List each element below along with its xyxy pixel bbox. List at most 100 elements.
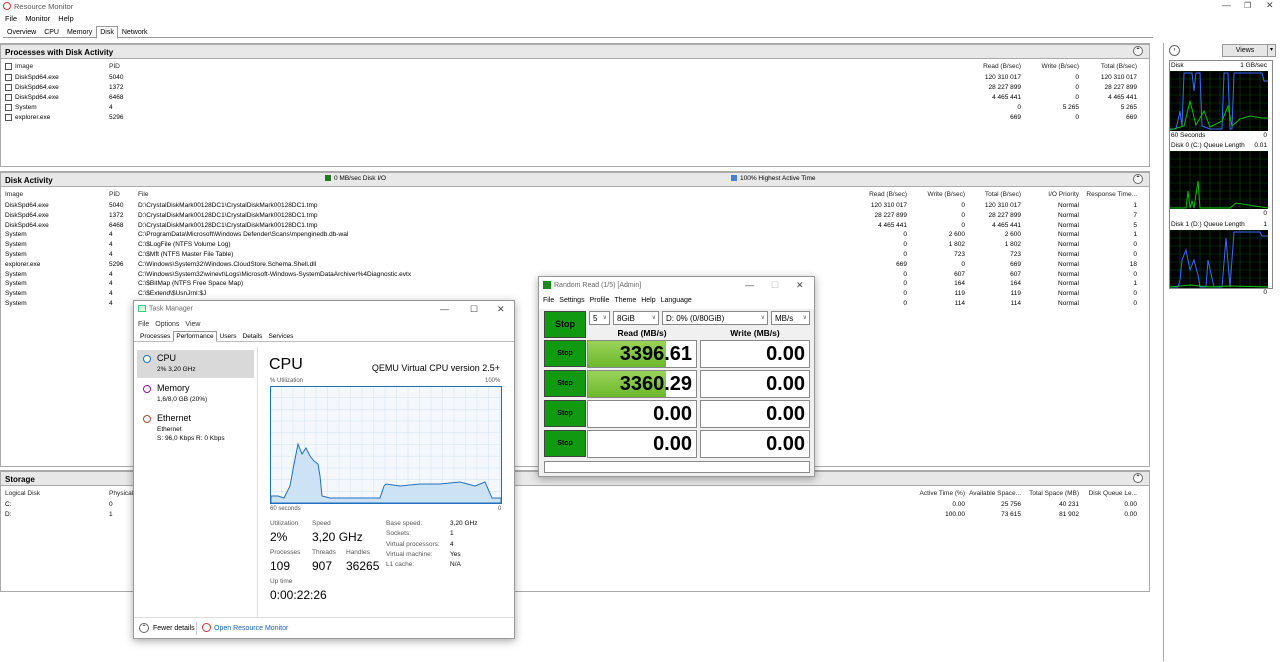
col-read[interactable]: Read (B/sec) <box>847 191 907 198</box>
col-write[interactable]: Write (B/sec) <box>907 191 965 198</box>
col-available[interactable]: Available Space... <box>967 490 1021 497</box>
col-read[interactable]: Read (B/sec) <box>961 63 1021 70</box>
row-checkbox[interactable] <box>5 104 12 111</box>
col-active-time[interactable]: Active Time (%) <box>901 490 965 497</box>
stop-button[interactable]: Stop <box>544 400 586 427</box>
col-image[interactable]: Image <box>15 63 33 70</box>
stop-button[interactable]: Stop <box>544 340 586 367</box>
table-row[interactable]: System 4 C:\$Mft (NTFS Master File Table) 0… <box>1 250 1149 260</box>
row-checkbox[interactable] <box>5 94 12 101</box>
expand-icon[interactable]: › <box>1169 45 1180 56</box>
col-pid[interactable]: PID <box>109 63 120 70</box>
cdm-titlebar[interactable]: Random Read (1/5) [Admin] — ☐ ✕ <box>539 277 814 295</box>
perf-item-cpu[interactable]: CPU 2% 3,20 GHz <box>137 350 254 378</box>
perf-item-memory[interactable]: Memory 1,6/8,0 GB (20%) <box>137 380 254 408</box>
table-row[interactable]: System 4 C:\ProgramData\Microsoft\Windows … <box>1 230 1149 240</box>
stop-button[interactable]: Stop <box>544 370 586 397</box>
tm-tab-processes[interactable]: Processes <box>137 331 173 342</box>
cell-available: 73 615 <box>1001 511 1021 518</box>
tm-tab-performance[interactable]: Performance <box>173 331 217 342</box>
cell-response-time: 0 <box>1133 290 1137 298</box>
col-pid[interactable]: PID <box>109 191 120 198</box>
col-file[interactable]: File <box>138 191 148 198</box>
comment-field[interactable] <box>544 461 810 473</box>
collapse-icon[interactable]: ⌃ <box>1133 46 1143 56</box>
select-all-checkbox[interactable] <box>5 63 12 70</box>
processes-header[interactable]: Processes with Disk Activity ⌃ <box>1 44 1149 59</box>
table-row[interactable]: explorer.exe 5296 669 0 669 <box>1 113 1149 123</box>
maximize-icon[interactable]: ☐ <box>771 280 779 291</box>
tab-disk[interactable]: Disk <box>96 26 118 39</box>
row-checkbox[interactable] <box>5 114 12 121</box>
cell-write: 164 <box>954 280 965 288</box>
table-row[interactable]: DiskSpd64.exe 6468 D:\CrystalDiskMark00128… <box>1 221 1149 231</box>
perf-item-ethernet[interactable]: Ethernet Ethernet S: 96,0 Kbps R: 0 Kbps <box>137 410 254 446</box>
tm-tab-services[interactable]: Services <box>265 331 296 342</box>
col-queue[interactable]: Disk Queue Le... <box>1081 490 1137 497</box>
open-resource-monitor-link[interactable]: Open Resource Monitor <box>214 625 288 632</box>
maximize-icon[interactable]: ❐ <box>1244 1 1251 10</box>
views-dropdown-icon[interactable]: ▾ <box>1267 44 1276 57</box>
cdm-menu-language[interactable]: Language <box>661 297 692 304</box>
collapse-icon[interactable]: ⌃ <box>1133 174 1143 184</box>
close-icon[interactable]: ✕ <box>796 280 804 291</box>
views-button[interactable]: Views <box>1222 44 1268 57</box>
collapse-icon[interactable]: ⌃ <box>1133 473 1143 483</box>
col-response-time[interactable]: Response Time... <box>1081 191 1137 198</box>
col-total[interactable]: Total (B/sec) <box>1081 63 1137 70</box>
tab-memory[interactable]: Memory <box>63 26 96 39</box>
close-icon[interactable]: ✕ <box>1266 0 1274 11</box>
tm-tab-details[interactable]: Details <box>240 331 266 342</box>
table-row[interactable]: DiskSpd64.exe 5040 D:\CrystalDiskMark00128… <box>1 201 1149 211</box>
menu-monitor[interactable]: Monitor <box>25 14 50 23</box>
tab-network[interactable]: Network <box>118 26 152 39</box>
tab-cpu[interactable]: CPU <box>40 26 63 39</box>
tm-tab-users[interactable]: Users <box>217 331 240 342</box>
tab-overview[interactable]: Overview <box>3 26 40 39</box>
table-row[interactable]: DiskSpd64.exe 1372 D:\CrystalDiskMark00128… <box>1 211 1149 221</box>
read-result: 0.00 <box>587 430 697 458</box>
size-select[interactable]: 8GiB ∨ <box>613 311 659 325</box>
disk-activity-header[interactable]: Disk Activity 0 MB/sec Disk I/O 100% Hig… <box>1 172 1149 187</box>
tm-titlebar[interactable]: Task Manager — ☐ ✕ <box>134 301 514 319</box>
maximize-icon[interactable]: ☐ <box>470 304 478 315</box>
cdm-menu-profile[interactable]: Profile <box>590 297 610 304</box>
table-row[interactable]: explorer.exe 5296 C:\Windows\System32\Wind… <box>1 260 1149 270</box>
cdm-menu-theme[interactable]: Theme <box>614 297 636 304</box>
count-select[interactable]: 5 ∨ <box>589 311 610 325</box>
table-row[interactable]: DiskSpd64.exe 1372 28 227 899 0 28 227 899 <box>1 83 1149 93</box>
col-physical[interactable]: Physical <box>109 490 133 497</box>
unit-select[interactable]: MB/s ∨ <box>771 311 810 325</box>
minimize-icon[interactable]: — <box>745 280 754 290</box>
chevron-up-icon[interactable]: ⌃ <box>139 623 149 633</box>
table-row[interactable]: System 4 0 5 265 5 265 <box>1 103 1149 113</box>
menu-help[interactable]: Help <box>58 14 73 23</box>
tm-menu-options[interactable]: Options <box>155 321 179 328</box>
col-total-space[interactable]: Total Space (MB) <box>1023 490 1079 497</box>
col-image[interactable]: Image <box>5 191 23 198</box>
tm-menu-file[interactable]: File <box>138 321 149 328</box>
cdm-menu-settings[interactable]: Settings <box>559 297 584 304</box>
tm-menu-view[interactable]: View <box>185 321 200 328</box>
menu-file[interactable]: File <box>5 14 17 23</box>
col-logical-disk[interactable]: Logical Disk <box>5 490 40 497</box>
table-row[interactable]: DiskSpd64.exe 6468 4 465 441 0 4 465 441 <box>1 93 1149 103</box>
minimize-icon[interactable]: — <box>440 304 449 314</box>
cdm-menu-help[interactable]: Help <box>641 297 655 304</box>
table-row[interactable]: System 4 C:\$LogFile (NTFS Volume Log) 0 1 8… <box>1 240 1149 250</box>
col-total[interactable]: Total (B/sec) <box>967 191 1021 198</box>
tab-bar: Overview CPU Memory Disk Network <box>3 26 1153 39</box>
fewer-details-link[interactable]: Fewer details <box>153 625 195 632</box>
col-io-priority[interactable]: I/O Priority <box>1031 191 1079 198</box>
cdm-menu-file[interactable]: File <box>543 297 554 304</box>
close-icon[interactable]: ✕ <box>497 304 505 315</box>
row-checkbox[interactable] <box>5 84 12 91</box>
read-value: 3396.61 <box>619 343 692 365</box>
drive-select[interactable]: D: 0% (0/80GiB) ∨ <box>662 311 768 325</box>
stop-button[interactable]: Stop <box>544 430 586 457</box>
minimize-icon[interactable]: — <box>1222 0 1231 10</box>
col-write[interactable]: Write (B/sec) <box>1021 63 1079 70</box>
stop-all-button[interactable]: Stop <box>544 311 586 338</box>
row-checkbox[interactable] <box>5 74 12 81</box>
table-row[interactable]: DiskSpd64.exe 5040 120 310 017 0 120 310 017 <box>1 73 1149 83</box>
